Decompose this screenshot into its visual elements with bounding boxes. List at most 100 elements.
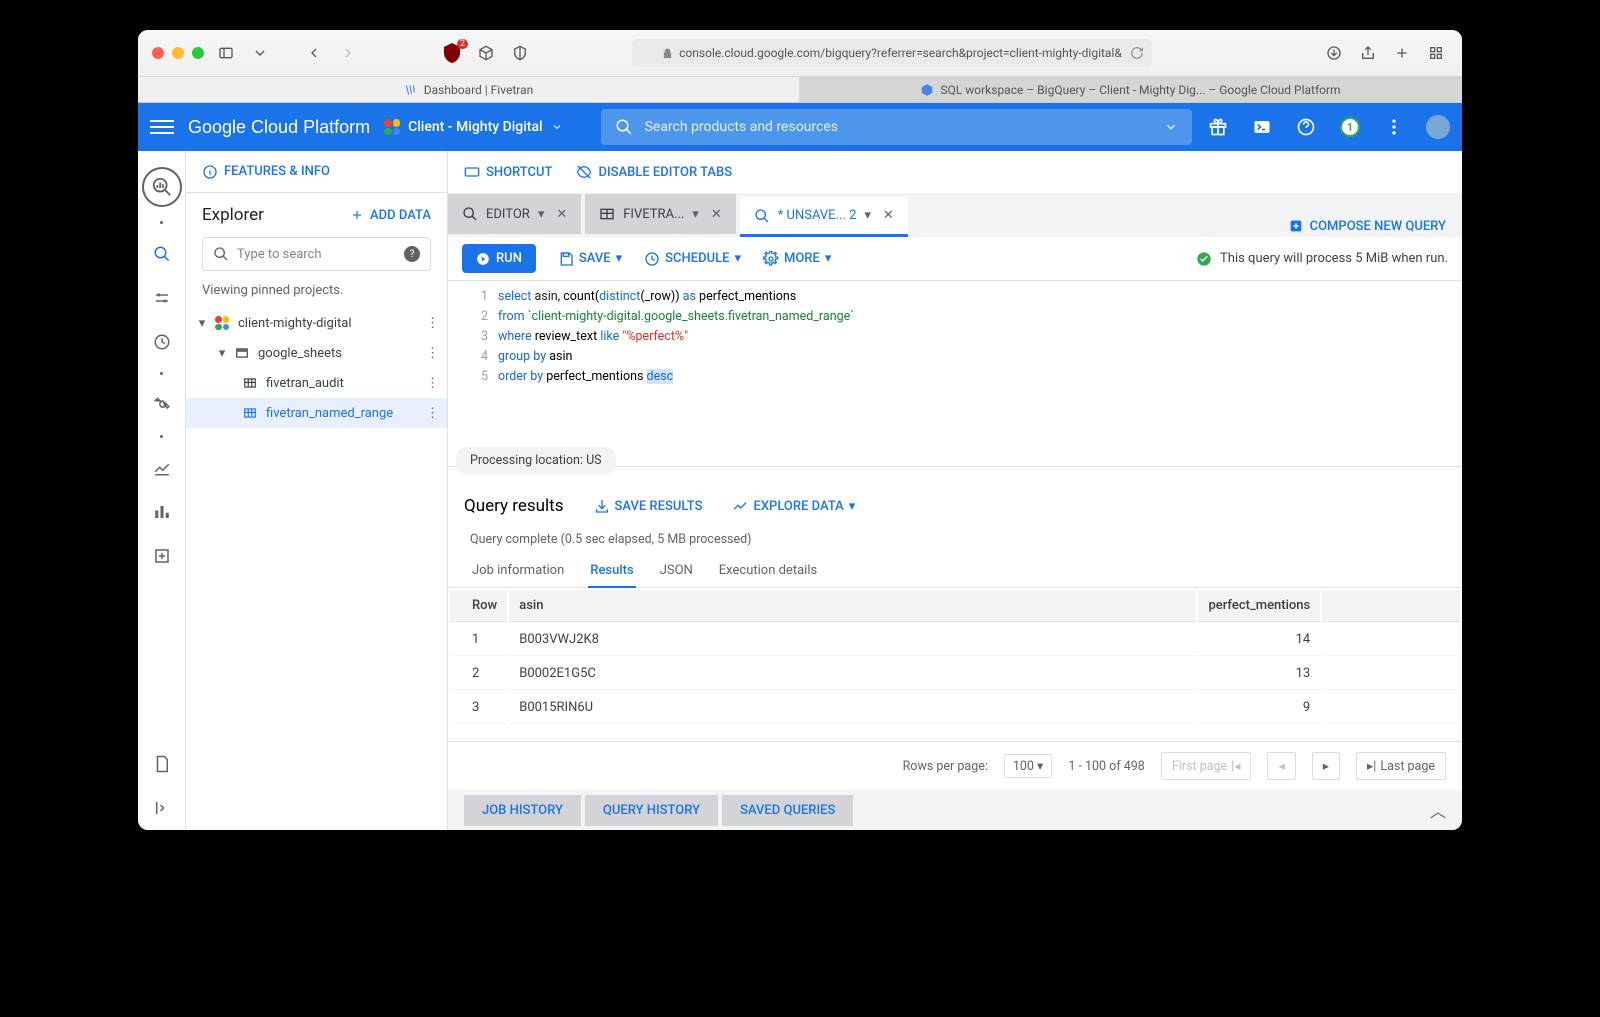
table-icon	[242, 375, 258, 391]
chevron-up-icon[interactable]: ︿	[1430, 798, 1446, 822]
more-button[interactable]: MORE ▾	[763, 251, 831, 267]
tree-label: google_sheets	[258, 346, 342, 361]
bigquery-icon	[920, 83, 934, 97]
tree-dataset[interactable]: ▾ google_sheets ⋮	[186, 338, 447, 368]
tree-label: client-mighty-digital	[238, 316, 352, 331]
shield-icon[interactable]	[508, 41, 532, 65]
help-icon[interactable]	[1294, 115, 1318, 139]
schedule-button[interactable]: SCHEDULE ▾	[644, 251, 741, 267]
last-page-button[interactable]: ▸| Last page	[1356, 752, 1446, 780]
close-icon[interactable]: ✕	[879, 208, 898, 223]
tree-table[interactable]: fivetran_audit ⋮	[186, 368, 447, 398]
rail-bars-icon[interactable]	[146, 496, 178, 528]
rail-plus-box-icon[interactable]	[146, 540, 178, 572]
run-button[interactable]: RUN	[462, 244, 536, 273]
features-info-link[interactable]: FEATURES & INFO	[202, 164, 330, 180]
shortcut-link[interactable]: SHORTCUT	[464, 164, 552, 180]
chevron-down-icon[interactable]	[1164, 120, 1178, 134]
results-table: Row asin perfect_mentions 1B003VWJ2K814 …	[448, 588, 1462, 726]
tab-job-info[interactable]: Job information	[470, 555, 566, 587]
chevron-down-icon: ▾	[190, 316, 214, 331]
more-vert-icon[interactable]: ⋮	[426, 316, 439, 331]
browser-tab-fivetran[interactable]: Dashboard | Fivetran	[138, 76, 800, 102]
ublock-icon[interactable]: 2	[440, 41, 464, 65]
more-vert-icon[interactable]: ⋮	[426, 406, 439, 421]
col-perfect-mentions: perfect_mentions	[1198, 590, 1320, 622]
rail-collapse-icon[interactable]	[146, 792, 178, 824]
rail-chart-icon[interactable]	[146, 452, 178, 484]
close-icon[interactable]: ✕	[552, 207, 571, 222]
chevron-down-icon[interactable]: ▾	[538, 207, 545, 222]
tree-table[interactable]: fivetran_named_range ⋮	[186, 398, 447, 428]
editor-tab-editor[interactable]: EDITOR ▾ ✕	[448, 194, 581, 234]
results-title: Query results	[464, 496, 564, 516]
sidebar-toggle-icon[interactable]	[214, 41, 238, 65]
notifications-badge[interactable]: 1	[1338, 115, 1362, 139]
more-vert-icon[interactable]: ⋮	[426, 346, 439, 361]
cloud-shell-icon[interactable]	[1250, 115, 1274, 139]
share-icon[interactable]	[1356, 41, 1380, 65]
disable-tabs-link[interactable]: DISABLE EDITOR TABS	[576, 164, 732, 180]
chevron-down-icon[interactable]: ▾	[692, 207, 699, 222]
fivetran-icon	[404, 83, 418, 97]
rows-per-page-label: Rows per page:	[903, 759, 988, 774]
saved-queries-tab[interactable]: SAVED QUERIES	[722, 795, 853, 826]
chevron-down-icon: ▾	[210, 346, 234, 361]
tab-results[interactable]: Results	[588, 555, 635, 588]
first-page-button[interactable]: First page |◂	[1161, 752, 1252, 780]
more-vert-icon[interactable]: ⋮	[426, 376, 439, 391]
download-icon[interactable]	[1322, 41, 1346, 65]
menu-icon[interactable]	[150, 115, 174, 139]
browser-tab-bigquery[interactable]: SQL workspace – BigQuery – Client - Migh…	[800, 76, 1462, 102]
save-results-button[interactable]: SAVE RESULTS	[594, 498, 703, 514]
explorer-search[interactable]: Type to search ?	[202, 237, 431, 271]
more-vert-icon[interactable]	[1382, 115, 1406, 139]
tabs-grid-icon[interactable]	[1424, 41, 1448, 65]
job-history-tab[interactable]: JOB HISTORY	[464, 795, 581, 826]
processing-location: Processing location: US	[456, 447, 616, 474]
compose-query-button[interactable]: COMPOSE NEW QUERY	[1288, 218, 1462, 234]
bigquery-rail-icon[interactable]	[142, 167, 182, 207]
address-bar[interactable]: console.cloud.google.com/bigquery?referr…	[632, 39, 1152, 67]
dataset-icon	[234, 345, 250, 361]
back-icon[interactable]	[302, 41, 326, 65]
sql-editor[interactable]: 12345 select asin, count(distinct(_row))…	[448, 281, 1462, 467]
prev-page-button[interactable]: ◂	[1267, 752, 1295, 780]
search-input[interactable]	[645, 119, 1152, 135]
rail-doc-icon[interactable]	[146, 748, 178, 780]
editor-tab-fivetran[interactable]: FIVETRA... ▾ ✕	[585, 194, 735, 234]
rail-history-icon[interactable]	[146, 326, 178, 358]
editor-tab-unsaved[interactable]: * UNSAVE... 2 ▾ ✕	[740, 197, 908, 237]
close-icon[interactable]: ✕	[707, 207, 726, 222]
avatar[interactable]	[1426, 115, 1450, 139]
forward-icon[interactable]	[336, 41, 360, 65]
tab-label: FIVETRA...	[623, 207, 684, 222]
reload-icon[interactable]	[1130, 46, 1144, 60]
project-selector[interactable]: Client - Mighty Digital	[384, 119, 562, 135]
gcp-logo[interactable]: Google Cloud Platform	[188, 117, 370, 138]
tab-execution[interactable]: Execution details	[717, 555, 819, 587]
explore-data-button[interactable]: EXPLORE DATA ▾	[732, 498, 855, 514]
cube-icon[interactable]	[474, 41, 498, 65]
rail-search-icon[interactable]	[146, 238, 178, 270]
tab-json[interactable]: JSON	[658, 555, 695, 587]
tree-project[interactable]: ▾ client-mighty-digital ⋮	[186, 308, 447, 338]
next-page-button[interactable]: ▸	[1312, 752, 1340, 780]
traffic-lights[interactable]	[152, 47, 204, 59]
rows-per-page-select[interactable]: 100 ▾	[1004, 754, 1052, 778]
gift-icon[interactable]	[1206, 115, 1230, 139]
chevron-down-icon[interactable]: ▾	[864, 208, 871, 223]
save-button[interactable]: SAVE ▾	[558, 251, 622, 267]
chevron-down-icon[interactable]	[248, 41, 272, 65]
add-data-button[interactable]: ADD DATA	[350, 208, 431, 223]
tab-label: * UNSAVE... 2	[778, 208, 857, 223]
search-bar[interactable]	[601, 109, 1192, 145]
page-range: 1 - 100 of 498	[1068, 759, 1145, 774]
search-help-icon[interactable]: ?	[404, 246, 420, 262]
tab-title: SQL workspace – BigQuery – Client - Migh…	[940, 83, 1340, 97]
ublock-badge: 2	[457, 39, 468, 49]
rail-filter-icon[interactable]	[146, 282, 178, 314]
rail-wrench-icon[interactable]	[146, 389, 178, 421]
query-history-tab[interactable]: QUERY HISTORY	[585, 795, 718, 826]
new-tab-icon[interactable]	[1390, 41, 1414, 65]
